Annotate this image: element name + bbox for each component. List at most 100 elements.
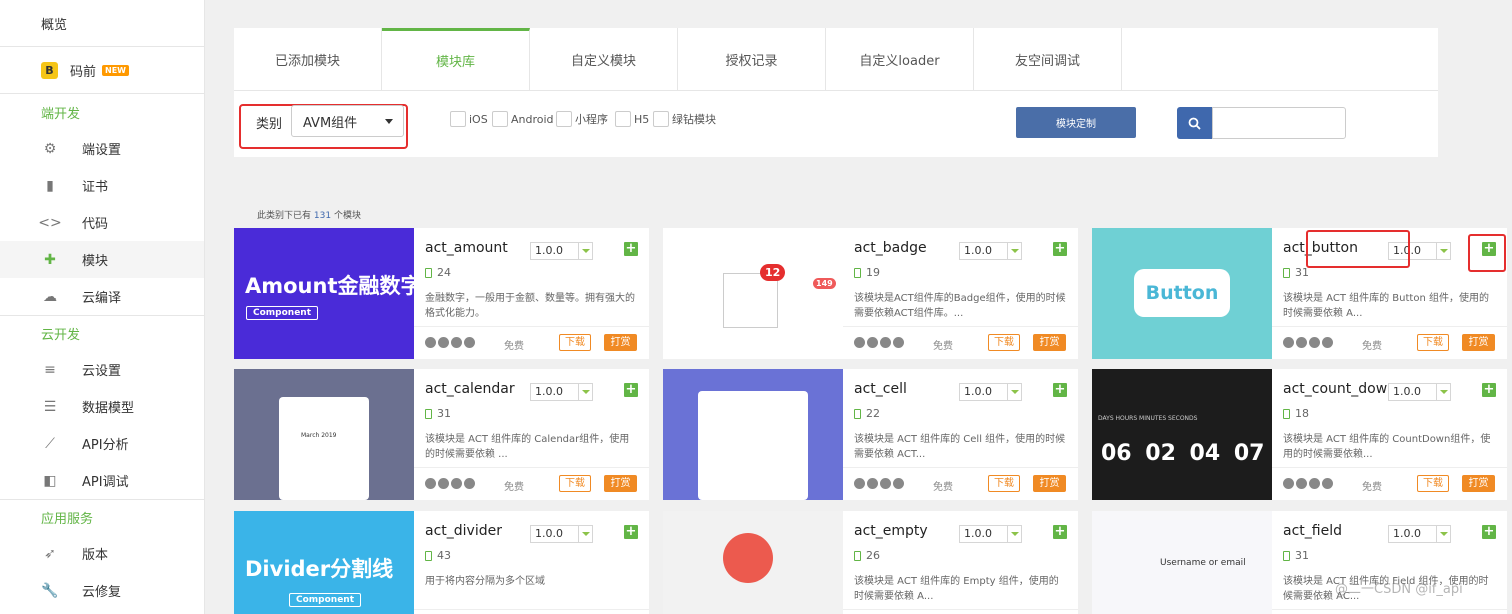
add-module-button[interactable]: + (1482, 383, 1496, 397)
price-label: 免费 (1362, 482, 1382, 493)
caret-down-icon (578, 384, 592, 400)
sidebar-item-wrench[interactable]: 🔧 云修复 (0, 572, 204, 609)
version-select[interactable]: 1.0.0 (959, 242, 1022, 260)
version-select[interactable]: 1.0.0 (1388, 383, 1451, 401)
tab-5[interactable]: 友空间调试 (974, 28, 1122, 90)
tip-button[interactable]: 打赏 (1462, 334, 1495, 351)
module-thumbnail[interactable]: 12 149 (663, 228, 843, 359)
module-card[interactable]: DAYS HOURS MINUTES SECONDS 06 02 04 07 act… (1092, 369, 1507, 500)
tip-button[interactable]: 打赏 (604, 334, 637, 351)
module-name[interactable]: act_field (1283, 523, 1342, 539)
add-module-button[interactable]: + (1053, 242, 1067, 256)
module-card[interactable]: March 2019 act_calendar 1.0.0 +31 该模块是 ACT 组… (234, 369, 649, 500)
module-name[interactable]: act_badge (854, 240, 927, 256)
cell-preview (698, 391, 808, 500)
module-card[interactable]: Amount金融数字 Component act_amount 1.0.0 +24 金融数… (234, 228, 649, 359)
module-thumbnail[interactable]: Amount金融数字 Component (234, 228, 414, 359)
add-module-button[interactable]: + (1053, 383, 1067, 397)
html5-icon (1322, 478, 1333, 489)
tab-2[interactable]: 自定义模块 (530, 28, 678, 90)
module-name[interactable]: act_amount (425, 240, 508, 256)
module-card[interactable]: Divider分割线 Component act_divider 1.0.0 +43 用于… (234, 511, 649, 614)
module-panel: 已添加模块 模块库 自定义模块 授权记录 自定义loader 友空间调试 类别 AVM组件… (234, 28, 1438, 157)
search-input[interactable] (1212, 107, 1346, 139)
version-select[interactable]: 1.0.0 (1388, 525, 1451, 543)
download-button[interactable]: 下载 (559, 334, 591, 351)
module-name[interactable]: act_cell (854, 381, 907, 397)
tip-button[interactable]: 打赏 (604, 475, 637, 492)
sidebar-item-sliders[interactable]: ≡ 云设置 (0, 351, 204, 388)
module-name[interactable]: act_empty (854, 523, 928, 539)
tab-0[interactable]: 已添加模块 (234, 28, 382, 90)
version-select[interactable]: 1.0.0 (530, 525, 593, 543)
tab-4[interactable]: 自定义loader (826, 28, 974, 90)
platform-checkbox[interactable]: 绿钻模块 (653, 111, 716, 127)
add-module-button[interactable]: + (1482, 525, 1496, 539)
download-button[interactable]: 下载 (1417, 475, 1449, 492)
add-module-button[interactable]: + (624, 242, 638, 256)
module-thumbnail[interactable] (663, 369, 843, 500)
add-module-button[interactable]: + (624, 383, 638, 397)
checkbox-box[interactable] (450, 111, 466, 127)
category-select[interactable]: AVM组件 (291, 105, 404, 137)
module-thumbnail[interactable]: Divider分割线 Component (234, 511, 414, 614)
module-name[interactable]: act_divider (425, 523, 502, 539)
tab-1[interactable]: 模块库 (382, 28, 530, 90)
module-card[interactable]: 12 149 act_badge 1.0.0 +19 该模块是ACT组件库的Badge组件… (663, 228, 1078, 359)
checkbox-box[interactable] (556, 111, 572, 127)
download-button[interactable]: 下载 (988, 334, 1020, 351)
version-select[interactable]: 1.0.0 (959, 383, 1022, 401)
checkbox-box[interactable] (615, 111, 631, 127)
caret-down-icon (1436, 384, 1450, 400)
sidebar-item-puzzle[interactable]: ✚ 模块 (0, 241, 204, 278)
caret-down-icon (1436, 526, 1450, 542)
version-select[interactable]: 1.0.0 (959, 525, 1022, 543)
sidebar-item-certificate[interactable]: ▮ 证书 (0, 167, 204, 204)
sidebar-item-chart[interactable]: ⟋ API分析 (0, 425, 204, 462)
search-button[interactable] (1177, 107, 1212, 139)
module-thumbnail[interactable]: March 2019 (234, 369, 414, 500)
tab-3[interactable]: 授权记录 (678, 28, 826, 90)
sidebar-item-label: 证书 (82, 180, 109, 195)
module-card[interactable]: act_empty 1.0.0 +26 该模块是 ACT 组件库的 Empty 组件，… (663, 511, 1078, 614)
checkbox-box[interactable] (492, 111, 508, 127)
module-thumbnail[interactable]: DAYS HOURS MINUTES SECONDS 06 02 04 07 (1092, 369, 1272, 500)
tip-button[interactable]: 打赏 (1033, 475, 1066, 492)
module-thumbnail[interactable]: Button (1092, 228, 1272, 359)
download-button[interactable]: 下载 (559, 475, 591, 492)
checkbox-box[interactable] (653, 111, 669, 127)
platform-checkbox[interactable]: H5 (615, 111, 649, 127)
add-module-button[interactable]: + (624, 525, 638, 539)
badge-grid (723, 273, 778, 328)
module-card[interactable]: Username or email act_field 1.0.0 +31 该模块是 A… (1092, 511, 1507, 614)
download-button[interactable]: 下载 (1417, 334, 1449, 351)
platform-checkbox[interactable]: Android (492, 111, 554, 127)
module-thumbnail[interactable] (663, 511, 843, 614)
sidebar-item-code[interactable]: <> 代码 (0, 204, 204, 241)
android-icon (854, 337, 865, 348)
sidebar-item-cloud[interactable]: ☁ 云编译 (0, 278, 204, 315)
tip-button[interactable]: 打赏 (1462, 475, 1495, 492)
html5-icon (893, 478, 904, 489)
tip-button[interactable]: 打赏 (1033, 334, 1066, 351)
platform-icons (1283, 337, 1333, 348)
module-thumbnail[interactable]: Username or email (1092, 511, 1272, 614)
sidebar-item-database[interactable]: ☰ 数据模型 (0, 388, 204, 425)
platform-checkbox[interactable]: 小程序 (556, 111, 608, 127)
sidebar-item-gear[interactable]: ⚙ 端设置 (0, 130, 204, 167)
custom-module-button[interactable]: 模块定制 (1016, 107, 1136, 138)
version-value: 1.0.0 (535, 385, 563, 398)
sidebar-item-debug[interactable]: ◧ API调试 (0, 462, 204, 499)
module-name[interactable]: act_count_down (1283, 381, 1396, 397)
add-module-button[interactable]: + (1053, 525, 1067, 539)
sidebar-item-rocket[interactable]: ➶ 版本 (0, 535, 204, 572)
module-card[interactable]: Button act_button 1.0.0 +31 该模块是 ACT 组件库的 Bu… (1092, 228, 1507, 359)
download-button[interactable]: 下载 (988, 475, 1020, 492)
sidebar-overview[interactable]: 概览 (0, 0, 204, 47)
platform-checkbox[interactable]: iOS (450, 111, 488, 127)
sidebar-item-maqian[interactable]: B 码前 NEW (0, 47, 204, 94)
module-name[interactable]: act_calendar (425, 381, 515, 397)
version-select[interactable]: 1.0.0 (530, 242, 593, 260)
version-select[interactable]: 1.0.0 (530, 383, 593, 401)
module-card[interactable]: act_cell 1.0.0 +22 该模块是 ACT 组件库的 Cell 组件，使用… (663, 369, 1078, 500)
